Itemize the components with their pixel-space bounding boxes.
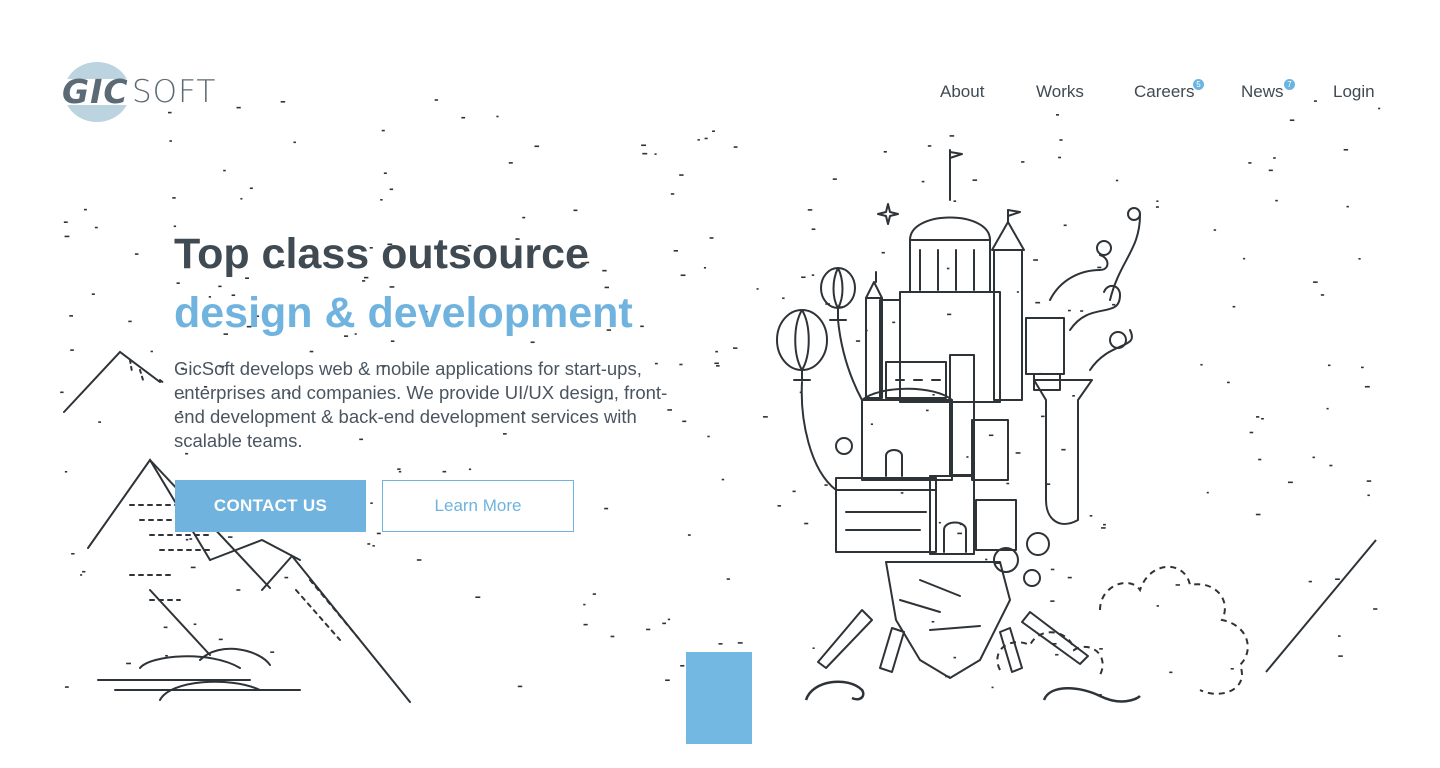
nav-login[interactable]: Login	[1333, 82, 1375, 102]
hero-subtitle: design & development	[174, 289, 633, 337]
nav-careers[interactable]: Careers	[1134, 82, 1194, 102]
learn-more-button[interactable]: Learn More	[382, 480, 574, 532]
hero-title: Top class outsource	[174, 230, 589, 278]
nav-works[interactable]: Works	[1036, 82, 1084, 102]
nav-about[interactable]: About	[940, 82, 984, 102]
castle-illustration	[776, 149, 1141, 679]
main-navigation: About Works Careers 5 News 7 Login	[0, 79, 1440, 106]
tentacle-illustration	[804, 680, 1141, 703]
careers-count-badge: 5	[1193, 79, 1204, 90]
contact-us-button[interactable]: CONTACT US	[175, 480, 366, 532]
news-count-badge: 7	[1284, 79, 1295, 90]
mountain-right-illustration	[1265, 539, 1377, 673]
scroll-accent-block	[686, 652, 752, 744]
hero-description: GicSoft develops web & mobile applicatio…	[174, 358, 668, 451]
nav-news[interactable]: News	[1241, 82, 1284, 102]
